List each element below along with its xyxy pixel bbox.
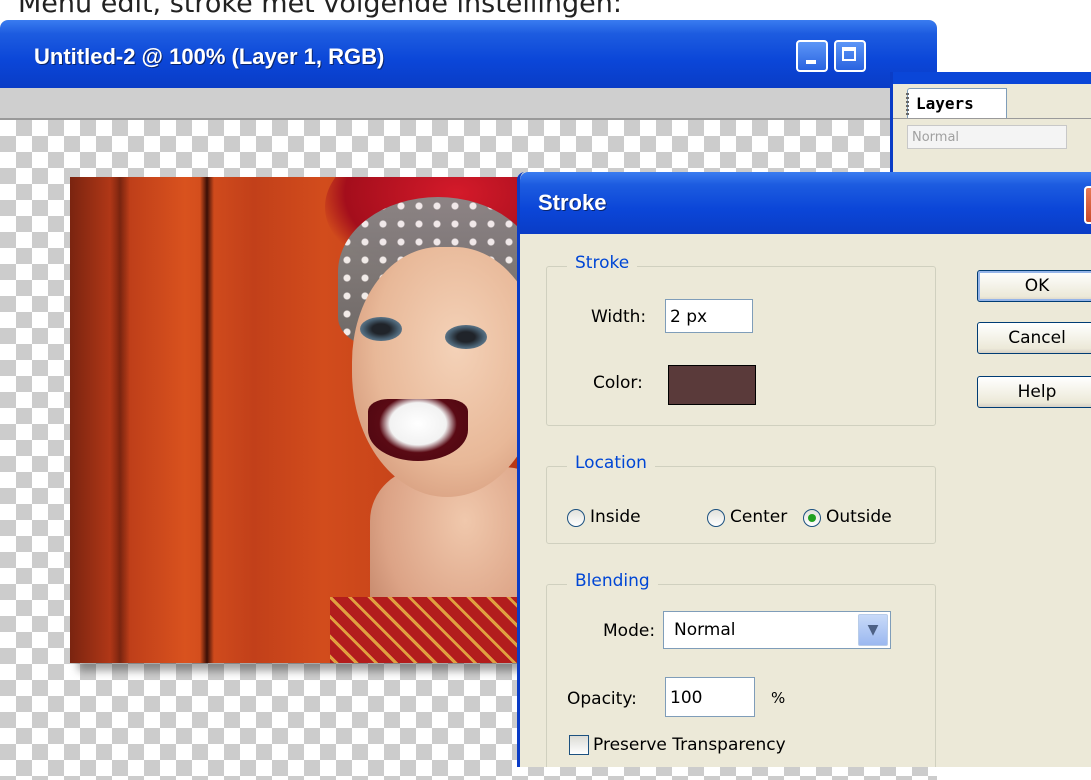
radio-outside-label: Outside [826,507,892,527]
stroke-color-swatch[interactable] [668,365,756,405]
layers-blend-mode-select[interactable]: Normal [907,125,1067,149]
blending-group-legend: Blending [567,571,658,591]
color-label: Color: [593,373,643,393]
document-title: Untitled-2 @ 100% (Layer 1, RGB) [34,44,385,69]
stroke-group: Stroke Width: 2 px Color: [546,253,936,426]
blend-mode-select[interactable]: Normal ▼ [663,611,891,649]
stroke-group-legend: Stroke [567,253,638,273]
opacity-label: Opacity: [567,689,637,709]
maximize-button[interactable] [834,40,866,72]
right-eye [445,325,487,349]
cancel-button[interactable]: Cancel [977,322,1091,354]
ok-button[interactable]: OK [977,270,1091,302]
document-ruler-strip [0,88,937,120]
close-button[interactable] [1084,186,1091,224]
sequin-dress [330,597,530,663]
radio-center-label: Center [730,507,788,527]
blend-mode-value: Normal [674,620,736,640]
width-label: Width: [591,307,647,327]
help-button[interactable]: Help [977,376,1091,408]
smiling-mouth [368,399,468,461]
document-titlebar[interactable]: Untitled-2 @ 100% (Layer 1, RGB) [0,20,937,88]
left-eye [360,317,402,341]
face [352,247,530,497]
width-input[interactable]: 2 px [665,299,753,333]
location-group: Location Inside Center Outside [546,453,936,544]
chevron-down-icon[interactable]: ▼ [858,614,888,646]
mode-label: Mode: [603,621,656,641]
stroke-dialog: Stroke Stroke Width: 2 px Color: Locatio… [517,172,1091,767]
radio-inside[interactable] [567,509,585,527]
preserve-transparency-label: Preserve Transparency [593,735,786,755]
dialog-title: Stroke [538,190,607,215]
layer-photo[interactable] [70,177,530,663]
instruction-caption: Menu edit, stroke met volgende instellin… [18,0,622,19]
minimize-button[interactable] [796,40,828,72]
curtain-fold [110,177,130,663]
dialog-titlebar[interactable]: Stroke [520,172,1091,234]
curtain-fold [200,177,214,663]
radio-inside-label: Inside [590,507,641,527]
opacity-input[interactable]: 100 [665,677,755,717]
location-group-legend: Location [567,453,655,473]
radio-outside[interactable] [803,509,821,527]
tab-layers[interactable]: Layers [906,88,1007,118]
layers-panel-header[interactable] [893,72,1091,84]
radio-center[interactable] [707,509,725,527]
preserve-transparency-checkbox[interactable] [569,735,589,755]
opacity-unit: % [771,689,786,707]
